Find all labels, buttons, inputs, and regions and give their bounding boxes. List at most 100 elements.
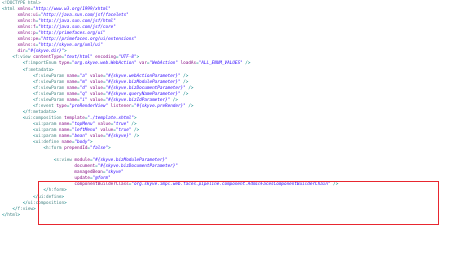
code-token: ui:param [35,134,57,140]
code-token: f:metadata [27,109,54,115]
code-token: "#{skyve.queryNameParameter}" [105,91,181,97]
code-token: f:viewParam [35,73,65,79]
code-token: "false" [90,146,109,152]
code-token: name [56,121,70,127]
code-token: /> [242,61,251,67]
code-token: "#{skyve.bizModuleParameter}" [92,158,168,164]
code-token: value [87,97,103,103]
code-token: value [87,134,103,140]
code-token: "#{skyve.webActionParameter}" [105,73,181,79]
code-token: > [33,206,36,212]
code-token: xmlns:p [2,31,36,37]
code-token: > [64,49,67,55]
code-token: document [2,164,96,170]
code-token: name [56,134,70,140]
code-token: f:view [14,55,31,61]
code-token: /> [180,73,189,79]
code-token: f:view [17,206,34,212]
code-token: "UTF-8" [118,55,137,61]
code-token: name [56,127,70,133]
code-token: var [136,61,147,67]
code-token: "#{skyve}" [105,134,132,140]
code-token: f:event [35,103,54,109]
code-token: xmlns:ui [2,13,39,19]
code-token: xmlns:s [2,43,36,49]
code-token: f:metadata [25,67,52,73]
code-token: name [64,91,78,97]
code-token: ui:param [35,121,57,127]
code-token: name [64,73,78,79]
code-token: value [97,127,114,133]
highlight-box [38,181,439,225]
code-token: > [17,212,21,218]
code-token: "http://java.sun.com/jsf/facelets" [40,13,129,19]
code-token: "true" [115,127,132,133]
code-token: ui:param [35,127,57,133]
code-token: value [87,73,103,79]
code-token: > [90,140,93,146]
code-token: loadAs [177,61,197,67]
code-token: f:importEnum [25,61,57,67]
code-token: prependId [61,146,88,152]
code-token: "http://skyve.org/xml/ui" [38,43,103,49]
code-token: f:viewParam [35,79,65,85]
code-token: "bean" [71,134,88,140]
code-token: html [7,212,18,218]
code-token: h:form [46,146,62,152]
code-token: "http://primefaces.org/ui" [38,31,106,37]
code-token: /> [185,103,194,109]
code-token: > [108,146,111,152]
code-token: module [71,158,90,164]
code-token: xmlns:h [2,19,36,25]
code-token: "#{skyve.bizDocumentParameter}" [97,164,178,170]
code-token: name [64,97,78,103]
code-token: /> [185,85,194,91]
code-token: "true" [113,121,129,127]
code-token: "text/html" [64,55,93,61]
code-token: type [56,61,70,67]
code-token: "ALL_ENUM_VALUES" [198,61,243,67]
code-token: "WebAction" [149,61,178,67]
code-token: ui:define [35,140,59,146]
code-token: "http://www.w3.org/1999/xhtml" [33,7,111,13]
code-token: "#{skyve.preRender}" [133,103,186,109]
code-token: "#{skyve.bizIdParameter}" [105,97,171,103]
code-token: xmlns:f [2,25,36,31]
code-token: /> [131,134,140,140]
code-token: name [58,140,72,146]
code-token: "http://primefaces.org/ui/extensions" [40,37,137,43]
code-editor[interactable]: <!DOCTYPE html> <html xmlns="http://www.w… [0,0,474,254]
code-token: /> [131,127,140,133]
code-token: > [51,67,54,73]
code-token: value [87,85,103,91]
code-token: /> [180,91,189,97]
code-token: name [64,79,78,85]
code-token: "preRenderView" [69,103,109,109]
code-token: /> [128,121,137,127]
code-token: "http://java.sun.com/jsf/core" [38,25,116,31]
code-token: "topMenu" [71,121,96,127]
code-token: value [87,91,103,97]
code-token: value [95,121,111,127]
code-token: encoding [92,55,116,61]
code-token: f:viewParam [35,85,65,91]
code-token: /> [180,79,189,85]
code-token: type [53,103,67,109]
code-token: > [136,55,140,61]
